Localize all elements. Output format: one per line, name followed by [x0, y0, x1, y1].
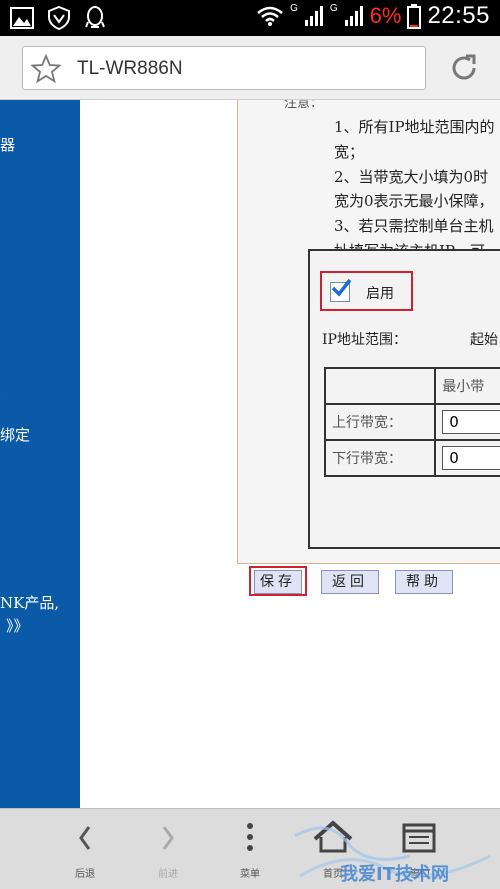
start-label: 起始 — [470, 332, 498, 348]
sidebar-item[interactable]: 》 — [0, 382, 7, 401]
back-button[interactable]: 返回 — [321, 570, 379, 594]
home-icon — [313, 820, 353, 853]
enable-highlight: 启用 — [320, 271, 413, 311]
note-line: 3、若只需控制单台主机 — [334, 217, 494, 235]
tabs-icon — [402, 823, 436, 853]
checkmark-icon — [331, 278, 352, 297]
qos-panel: 注意： 1、所有IP地址范围内的 宽； 2、当带宽大小填为0时 宽为0表示无最小… — [237, 100, 500, 564]
download-bandwidth-label: 下行带宽： — [323, 439, 437, 477]
shield-icon — [48, 6, 70, 30]
menu-icon — [247, 823, 253, 851]
status-icons-left — [10, 6, 106, 30]
address-bar: TL-WR886N — [0, 36, 500, 100]
ip-range-label: IP地址范围： — [322, 332, 407, 348]
url-title: TL-WR886N — [77, 58, 183, 79]
back-nav-label: 后退 — [75, 869, 95, 880]
menu-label: 菜单 — [240, 869, 260, 880]
help-button[interactable]: 帮助 — [395, 570, 453, 594]
network-type-b: G — [329, 2, 338, 14]
sidebar-item[interactable]: NK产品, — [0, 592, 59, 613]
battery-icon — [407, 4, 422, 29]
bandwidth-rule-box: 启用 IP地址范围： 起始 最小带 上行带宽： 下行带宽： — [308, 249, 500, 549]
gallery-icon — [10, 7, 34, 29]
battery-percent: 6% — [369, 3, 402, 28]
watermark-text: 我爱IT技术网 — [340, 864, 449, 885]
url-field[interactable]: TL-WR886N — [22, 46, 426, 90]
status-bar: G G 6% 22:55 — [0, 0, 500, 36]
back-icon — [79, 826, 91, 850]
upload-min-input[interactable] — [442, 410, 500, 434]
note-line: 宽为0表示无最小保障， — [334, 192, 494, 210]
download-bandwidth-cell — [434, 439, 500, 477]
notes-heading: 注意： — [284, 100, 324, 111]
back-nav-button[interactable]: 后退 — [55, 809, 115, 889]
sidebar-item[interactable]: 》》 — [6, 615, 29, 636]
network-type-a: G — [290, 2, 298, 14]
enable-checkbox[interactable] — [330, 278, 352, 302]
reload-icon[interactable] — [448, 52, 480, 84]
page-content: 注意： 1、所有IP地址范围内的 宽； 2、当带宽大小填为0时 宽为0表示无最小… — [80, 100, 500, 808]
forward-icon — [162, 826, 174, 850]
download-min-input[interactable] — [442, 446, 500, 470]
note-line: 1、所有IP地址范围内的 — [334, 118, 495, 136]
qq-icon — [85, 6, 105, 28]
forward-nav-button[interactable]: 前进 — [138, 809, 198, 889]
clock: 22:55 — [427, 2, 490, 29]
sidebar-item[interactable]: 器 — [0, 134, 15, 155]
sidebar-item[interactable]: 绑定 — [0, 424, 30, 445]
save-button[interactable]: 保存 — [254, 570, 302, 594]
signal-icon — [344, 6, 363, 26]
table-row: 上行带宽： — [323, 403, 500, 441]
bandwidth-table: 最小带 上行带宽： 下行带宽： — [323, 367, 500, 477]
wifi-icon — [257, 6, 283, 26]
table-header-row: 最小带 — [323, 367, 500, 405]
upload-bandwidth-label: 上行带宽： — [323, 403, 437, 441]
router-sidebar: 器 》 绑定 NK产品, 》》 — [0, 100, 80, 808]
upload-bandwidth-cell — [434, 403, 500, 441]
status-icons-right: G G 6% 22:55 — [256, 2, 490, 30]
star-icon[interactable] — [31, 54, 61, 84]
table-header-cell — [323, 367, 437, 405]
enable-label: 启用 — [366, 286, 394, 302]
table-header-cell: 最小带 — [434, 367, 500, 405]
note-line: 2、当带宽大小填为0时 — [334, 168, 489, 186]
note-line: 宽； — [334, 143, 365, 161]
table-row: 下行带宽： — [323, 439, 500, 477]
menu-button[interactable]: 菜单 — [220, 809, 280, 889]
forward-nav-label: 前进 — [158, 869, 178, 880]
signal-icon — [304, 6, 323, 26]
